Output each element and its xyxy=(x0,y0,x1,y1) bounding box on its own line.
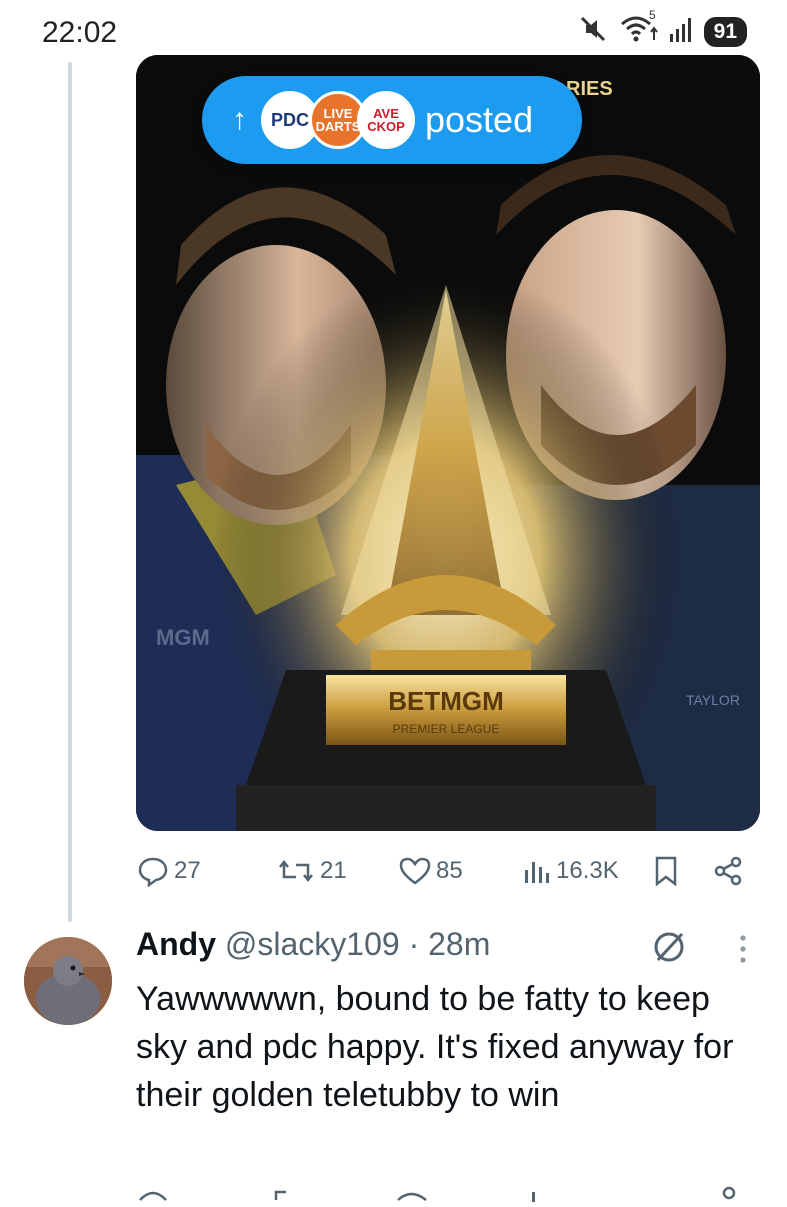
tweet-action-bar: 27 21 85 16.3K xyxy=(136,836,756,906)
more-options-icon[interactable] xyxy=(738,934,748,969)
trophy-brand: BETMGM xyxy=(388,686,504,716)
reply-action-bar-partial xyxy=(136,1182,756,1202)
reply-header: Andy @slacky109 · 28m xyxy=(136,926,490,963)
bookmark-button[interactable] xyxy=(652,855,680,887)
repost-button[interactable]: 21 xyxy=(276,855,347,887)
bookmark-icon xyxy=(655,856,677,887)
reply-button[interactable]: 27 xyxy=(136,855,201,887)
grok-icon[interactable] xyxy=(650,928,688,971)
wifi-icon: 5 xyxy=(618,8,658,49)
repost-icon xyxy=(279,859,313,883)
views-count: 16.3K xyxy=(556,857,619,884)
like-button[interactable]: 85 xyxy=(398,856,463,886)
reply-avatar[interactable] xyxy=(24,937,112,1025)
reply-author-name[interactable]: Andy xyxy=(136,926,216,962)
reply-icon xyxy=(138,857,168,887)
arrow-up-icon: ↑ xyxy=(232,103,247,136)
signal-icon xyxy=(668,14,694,49)
tweet-media-image[interactable]: BETMGM PREMIER LEAGUE MGM TAYLOR RIES xyxy=(136,55,760,831)
reply-handle-time[interactable]: @slacky109 · 28m xyxy=(225,926,490,962)
thread-line xyxy=(68,62,72,922)
mute-icon xyxy=(578,14,608,49)
status-time: 22:02 xyxy=(42,16,118,49)
like-count: 85 xyxy=(436,857,463,884)
share-button[interactable] xyxy=(712,855,744,887)
views-icon xyxy=(525,862,549,883)
trophy-subtitle: PREMIER LEAGUE xyxy=(393,722,500,736)
reply-count: 27 xyxy=(174,857,201,884)
heart-icon xyxy=(399,857,431,885)
wifi-label: 5 xyxy=(648,8,656,22)
repost-count: 21 xyxy=(320,857,347,884)
share-icon xyxy=(714,856,742,886)
pill-avatars: PDC LIVE DARTS AVE CKOP xyxy=(261,91,415,149)
pill-label: posted xyxy=(425,99,534,140)
views-button[interactable]: 16.3K xyxy=(522,856,619,886)
right-shirt-text: TAYLOR xyxy=(686,692,740,708)
reply-text: Yawwwwwn, bound to be fatty to keep sky … xyxy=(136,980,734,1114)
left-shirt-text: MGM xyxy=(156,625,210,650)
avatar-save-checkout: AVE CKOP xyxy=(357,91,415,149)
status-icons: 5 91 xyxy=(578,8,747,49)
new-posts-pill[interactable]: ↑ PDC LIVE DARTS AVE CKOP posted xyxy=(202,76,582,164)
battery-indicator: 91 xyxy=(703,16,747,47)
